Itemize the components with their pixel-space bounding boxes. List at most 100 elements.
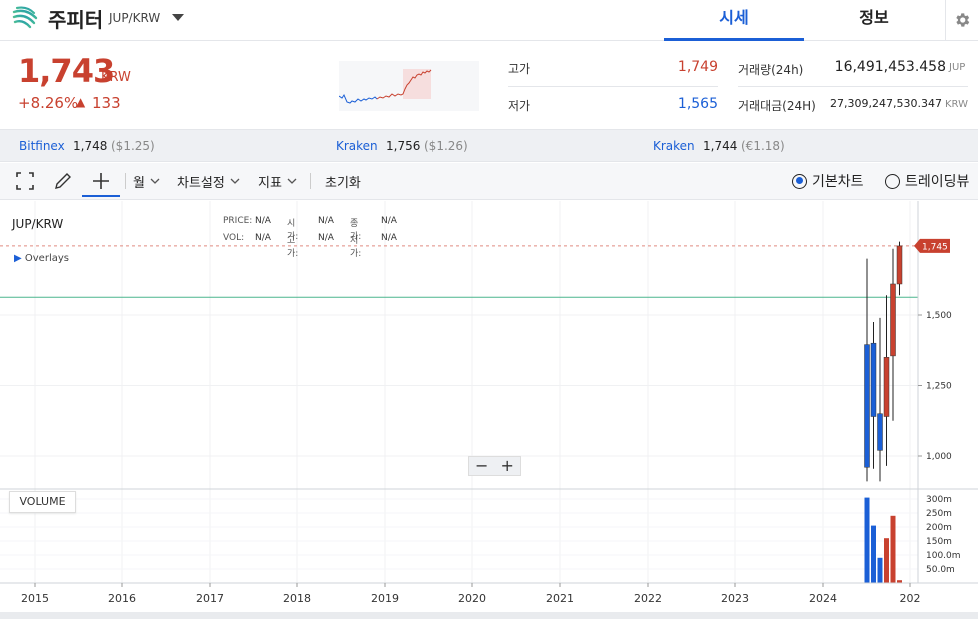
volume-24h-label: 거래량(24h)	[738, 63, 804, 77]
legend-high-label: 고가:	[287, 236, 299, 259]
time-axis-label: 202	[900, 592, 921, 605]
indicators-dropdown[interactable]: 지표	[258, 169, 298, 193]
time-axis-label: 2021	[546, 592, 574, 605]
fullscreen-icon	[16, 172, 34, 190]
time-axis-label: 2015	[21, 592, 49, 605]
bottom-scroll-strip[interactable]	[0, 612, 978, 619]
legend-open-value: N/A	[318, 216, 334, 226]
overlays-toggle[interactable]: ▶ Overlays	[14, 253, 69, 264]
draw-button[interactable]	[48, 169, 78, 193]
stat-divider	[738, 86, 968, 87]
jupiter-logo-icon	[12, 6, 38, 29]
volume-bars	[864, 497, 902, 583]
up-arrow-icon: ▲	[76, 95, 86, 109]
candle-body	[890, 283, 896, 357]
price-unit: KRW	[101, 70, 131, 85]
high-label: 고가	[508, 62, 531, 76]
volume-24h-unit: JUP	[949, 62, 966, 73]
gear-icon	[956, 13, 970, 27]
time-axis-label: 2024	[809, 592, 837, 605]
tab-price[interactable]: 시세	[664, 0, 804, 41]
volume-axis-label: 100.0m	[926, 551, 961, 561]
volume-axis-label: 150m	[926, 537, 952, 547]
radio-unselected-icon	[885, 173, 900, 189]
crosshair-button[interactable]	[82, 167, 120, 197]
high-value: 1,749	[677, 59, 718, 75]
candle-body	[864, 344, 870, 468]
amount-24h-unit: KRW	[945, 99, 968, 110]
chart-grid	[0, 201, 918, 583]
indicators-label: 지표	[258, 175, 282, 191]
price-axis-label: 1,250	[926, 382, 952, 392]
time-axis-label: 2020	[458, 592, 486, 605]
zoom-in-button[interactable]: +	[495, 457, 521, 475]
mini-chart-down-line	[339, 93, 378, 104]
candle-body	[870, 342, 877, 417]
zoom-out-button[interactable]: −	[469, 457, 495, 475]
radio-basic-label: 기본차트	[812, 174, 864, 190]
legend-low-value: N/A	[381, 233, 397, 243]
period-dropdown[interactable]: 월	[133, 169, 161, 193]
pencil-icon	[55, 173, 71, 189]
reset-button[interactable]: 초기화	[325, 169, 361, 193]
time-axis-label: 2022	[634, 592, 662, 605]
mini-price-chart	[339, 61, 479, 111]
settings-button[interactable]	[945, 0, 978, 40]
chart-settings-label: 차트설정	[177, 175, 225, 191]
exchange-price: 1,748	[73, 139, 108, 153]
legend-close-value: N/A	[381, 216, 397, 226]
chart-settings-dropdown[interactable]: 차트설정	[177, 169, 241, 193]
chart-overlays	[0, 245, 918, 298]
volume-axis-label: 200m	[926, 523, 952, 533]
exchange-usd-price: ($1.25)	[111, 139, 155, 153]
price-axis-label: 1,500	[926, 311, 952, 321]
amount-24h-value: 27,309,247,530.347	[830, 97, 942, 110]
volume-axis-label: 250m	[926, 509, 952, 519]
candle-body	[883, 357, 890, 417]
tab-info[interactable]: 정보	[804, 0, 944, 41]
radio-selected-icon	[792, 173, 807, 189]
time-axis-label: 2016	[108, 592, 136, 605]
legend-price-value: N/A	[255, 216, 271, 226]
legend-vol-value: N/A	[255, 233, 271, 243]
change-percent: +8.26%	[18, 94, 79, 112]
candles	[864, 241, 903, 482]
radio-basic-chart[interactable]: 기본차트	[792, 169, 864, 193]
low-value: 1,565	[677, 96, 718, 112]
exchange-eur-price: (€1.18)	[741, 139, 785, 153]
volume-bar	[877, 557, 883, 583]
volume-panel-label[interactable]: VOLUME	[9, 491, 76, 513]
legend-vol-label: VOL:	[223, 233, 245, 243]
volume-24h-value: 16,491,453.458	[834, 59, 946, 75]
exchange-price-bar: Bitfinex 1,748 ($1.25) Kraken 1,756 ($1.…	[0, 129, 978, 162]
time-axis-label: 2018	[283, 592, 311, 605]
coin-name: 주피터	[48, 8, 104, 32]
exchange-name[interactable]: Kraken	[336, 139, 378, 153]
toolbar-separator	[310, 173, 311, 189]
chevron-down-icon	[150, 178, 160, 184]
price-chart[interactable]: 1,500 1,250 1,000 300m 250m 200m 150m 100.0m 50.…	[0, 201, 978, 613]
time-axis-label: 2017	[196, 592, 224, 605]
radio-tradingview[interactable]: 트레이딩뷰	[885, 169, 969, 193]
amount-24h-label: 거래대금(24H)	[738, 99, 816, 113]
exchange-name[interactable]: Bitfinex	[19, 139, 65, 153]
toolbar-separator	[125, 173, 126, 189]
legend-high-value: N/A	[318, 233, 334, 243]
current-price: 1,743	[18, 52, 115, 90]
legend-price-label: PRICE:	[223, 216, 253, 226]
radio-tv-label: 트레이딩뷰	[905, 174, 970, 190]
period-label: 월	[133, 175, 145, 191]
fullscreen-button[interactable]	[10, 169, 40, 193]
change-amount: 133	[92, 94, 121, 112]
chevron-down-icon[interactable]	[170, 11, 186, 23]
price-axis-label: 1,000	[926, 452, 952, 462]
time-axis-label: 2019	[371, 592, 399, 605]
overlays-label: Overlays	[24, 253, 69, 264]
chevron-down-icon	[287, 178, 297, 184]
zoom-control: − +	[468, 456, 521, 476]
volume-bar	[864, 497, 870, 583]
volume-axis-label: 300m	[926, 495, 952, 505]
exchange-price: 1,744	[703, 139, 738, 153]
exchange-name[interactable]: Kraken	[653, 139, 695, 153]
chevron-down-icon	[230, 178, 240, 184]
